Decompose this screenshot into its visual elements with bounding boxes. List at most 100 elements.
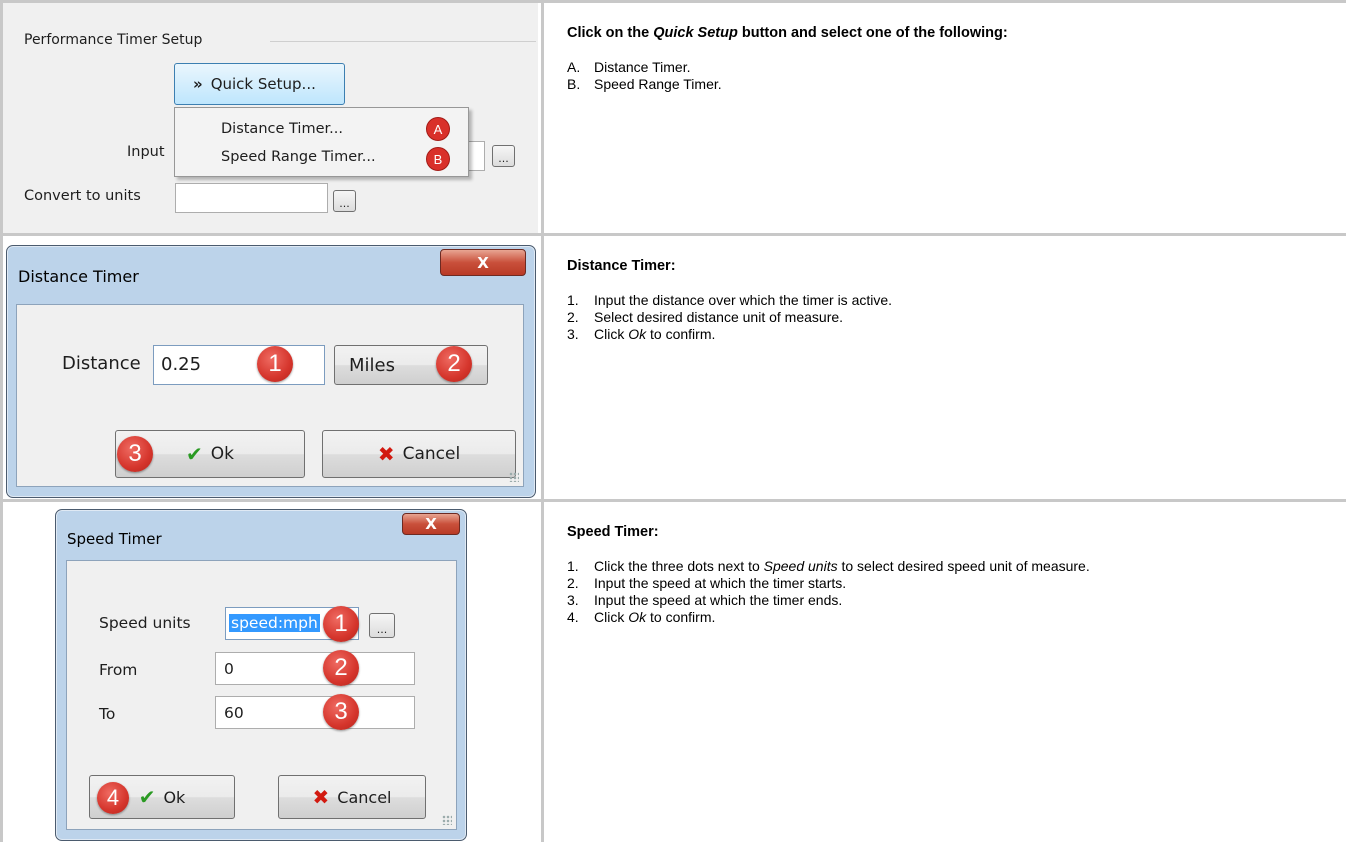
list-text: Select desired distance unit of measure. <box>594 309 844 325</box>
to-label: To <box>99 705 116 723</box>
list-marker: 1. <box>567 558 579 574</box>
callout-3: 3 <box>117 436 153 472</box>
instruction-cell: Speed Timer: 1. Click the three dots next… <box>553 502 1346 842</box>
menu-item-speed-range-timer[interactable]: Speed Range Timer... <box>221 149 376 165</box>
input-label: Input <box>127 144 165 160</box>
list-emphasis: Ok <box>628 326 647 342</box>
instruction-list: 1. Click the three dots next to Speed uni… <box>567 558 1287 626</box>
list-text: Distance Timer. <box>594 59 691 75</box>
callout-badge-b: B <box>426 147 450 171</box>
distance-timer-screenshot: Distance Timer X Distance 0.25 1 Miles 2… <box>3 236 538 499</box>
column-divider <box>541 3 544 233</box>
list-marker: A. <box>567 59 581 75</box>
list-text: to select desired speed unit of measure. <box>837 558 1090 574</box>
performance-timer-setup-panel: Performance Timer Setup » Quick Setup...… <box>3 3 538 233</box>
to-field[interactable]: 60 <box>215 696 415 729</box>
dialog-body: Distance 0.25 1 Miles 2 ✔ Ok 3 ✖ Cancel <box>16 304 524 487</box>
convert-to-units-label: Convert to units <box>24 188 141 204</box>
list-item: 1. Click the three dots next to Speed uni… <box>567 558 1287 575</box>
list-text: Input the distance over which the timer … <box>594 292 893 308</box>
convert-to-units-field[interactable] <box>175 183 328 213</box>
column-divider <box>541 236 544 499</box>
cancel-button[interactable]: ✖ Cancel <box>278 775 426 819</box>
list-text: to confirm. <box>646 609 716 625</box>
list-marker: 2. <box>567 309 579 325</box>
checkmark-icon: ✔ <box>138 785 156 809</box>
list-marker: B. <box>567 76 581 92</box>
list-text: Input the speed at which the timer ends. <box>594 592 843 608</box>
callout-badge-a: A <box>426 117 450 141</box>
list-emphasis: Speed units <box>763 558 838 574</box>
quick-setup-menu: Distance Timer... A Speed Range Timer...… <box>174 107 469 177</box>
cancel-label: Cancel <box>337 787 392 807</box>
close-icon[interactable]: X <box>402 513 460 535</box>
instruction-list: A. Distance Timer. B. Speed Range Timer. <box>567 59 1287 93</box>
close-icon[interactable]: X <box>440 249 526 276</box>
table-row: Distance Timer X Distance 0.25 1 Miles 2… <box>0 233 1346 499</box>
speed-units-label: Speed units <box>99 614 191 632</box>
list-item: 4. Click Ok to confirm. <box>567 609 1287 626</box>
quick-setup-button[interactable]: » Quick Setup... <box>174 63 345 105</box>
list-marker: 2. <box>567 575 579 591</box>
callout-2: 2 <box>323 650 359 686</box>
callout-1: 1 <box>323 606 359 642</box>
heading-text: button and select one of the following: <box>737 25 1008 41</box>
quick-setup-label: Quick Setup... <box>210 75 316 93</box>
speed-timer-dialog: Speed Timer X Speed units speed:mph 1 ..… <box>55 509 467 841</box>
group-divider <box>270 41 536 42</box>
list-item: 3. Click Ok to confirm. <box>567 326 1287 343</box>
ok-label: Ok <box>163 787 186 807</box>
instruction-cell: Click on the Quick Setup button and sele… <box>553 3 1346 233</box>
unit-dropdown-value: Miles <box>349 354 395 376</box>
double-chevron-right-icon: » <box>193 75 203 93</box>
list-marker: 4. <box>567 609 579 625</box>
group-title: Performance Timer Setup <box>24 32 203 48</box>
distance-timer-dialog: Distance Timer X Distance 0.25 1 Miles 2… <box>6 245 536 498</box>
list-item: 1. Input the distance over which the time… <box>567 292 1287 309</box>
dialog-title: Distance Timer <box>18 267 139 286</box>
callout-4: 4 <box>97 782 129 814</box>
callout-2: 2 <box>436 346 472 382</box>
list-text: Input the speed at which the timer start… <box>594 575 847 591</box>
instruction-cell: Distance Timer: 1. Input the distance ove… <box>553 236 1346 499</box>
table-row: Speed Timer X Speed units speed:mph 1 ..… <box>0 499 1346 842</box>
list-item: A. Distance Timer. <box>567 59 1287 76</box>
list-text: Speed Range Timer. <box>594 76 722 92</box>
dialog-body: Speed units speed:mph 1 ... From 0 2 To … <box>66 560 457 830</box>
list-item: B. Speed Range Timer. <box>567 76 1287 93</box>
cancel-button[interactable]: ✖ Cancel <box>322 430 516 478</box>
input-browse-button[interactable]: ... <box>492 145 515 167</box>
resize-grip-icon[interactable] <box>442 815 452 825</box>
list-text: to confirm. <box>646 326 716 342</box>
callout-3: 3 <box>323 694 359 730</box>
list-marker: 3. <box>567 592 579 608</box>
column-divider <box>541 502 544 842</box>
heading-text: Click on the <box>567 25 654 41</box>
distance-input[interactable]: 0.25 <box>153 345 325 385</box>
convert-browse-button[interactable]: ... <box>333 190 356 212</box>
list-emphasis: Ok <box>628 609 647 625</box>
instruction-list: 1. Input the distance over which the time… <box>567 292 1287 343</box>
table-row: Performance Timer Setup » Quick Setup...… <box>0 0 1346 233</box>
list-text: Click <box>594 326 629 342</box>
from-field[interactable]: 0 <box>215 652 415 685</box>
list-item: 2. Input the speed at which the timer sta… <box>567 575 1287 592</box>
list-marker: 1. <box>567 292 579 308</box>
ok-label: Ok <box>210 444 234 464</box>
cancel-x-icon: ✖ <box>312 785 330 809</box>
checkmark-icon: ✔ <box>186 442 203 466</box>
list-text: Click the three dots next to <box>594 558 764 574</box>
menu-item-distance-timer[interactable]: Distance Timer... <box>221 121 343 137</box>
instruction-table: Performance Timer Setup » Quick Setup...… <box>0 0 1346 842</box>
list-marker: 3. <box>567 326 579 342</box>
heading-emphasis: Quick Setup <box>653 25 738 41</box>
resize-grip-icon[interactable] <box>509 472 519 482</box>
list-item: 2. Select desired distance unit of measur… <box>567 309 1287 326</box>
speed-timer-screenshot: Speed Timer X Speed units speed:mph 1 ..… <box>3 502 538 842</box>
list-text: Click <box>594 609 629 625</box>
selected-text: speed:mph <box>229 614 320 632</box>
instruction-heading: Distance Timer: <box>567 258 676 274</box>
callout-1: 1 <box>257 346 293 382</box>
speed-units-browse-button[interactable]: ... <box>369 613 395 638</box>
distance-label: Distance <box>62 353 141 374</box>
